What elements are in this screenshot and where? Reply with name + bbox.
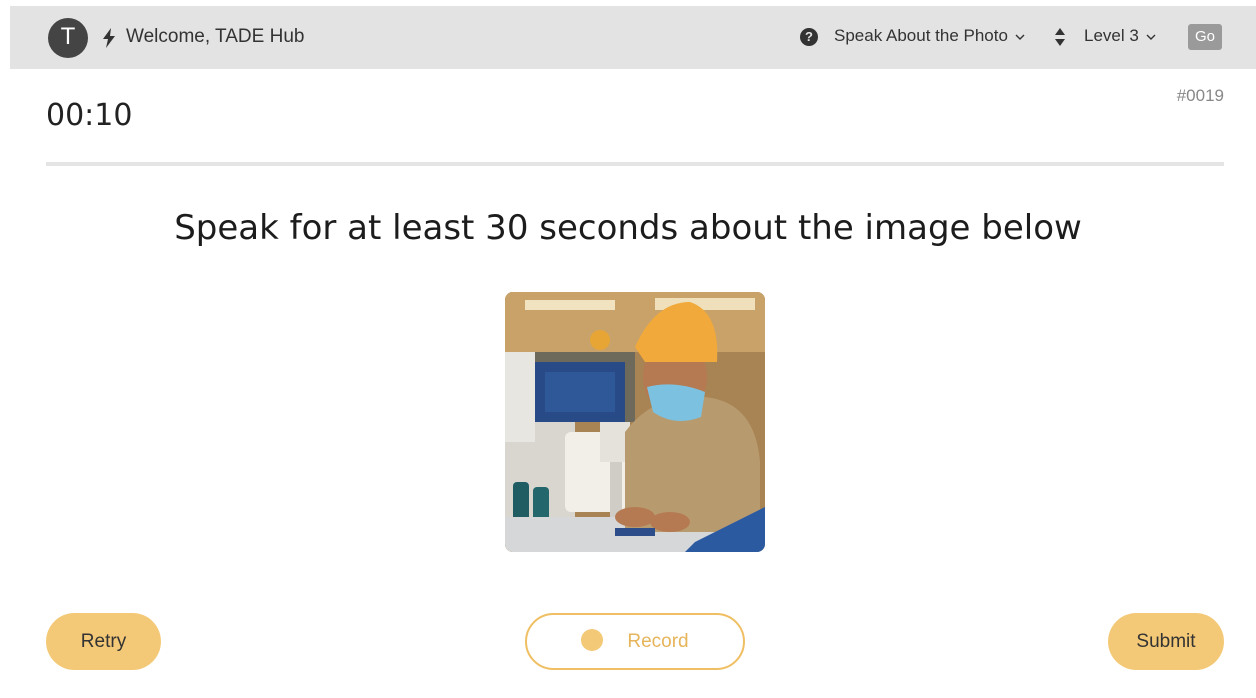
help-icon[interactable]: ? xyxy=(800,28,818,46)
record-dot-icon xyxy=(581,628,604,651)
welcome-text: Welcome, TADE Hub xyxy=(126,26,305,47)
prompt-photo xyxy=(505,292,765,552)
sort-icon xyxy=(1055,28,1065,46)
avatar[interactable]: T xyxy=(48,18,88,58)
mode-dropdown[interactable]: Speak About the Photo xyxy=(834,26,1026,46)
question-id: #0019 xyxy=(1176,86,1224,105)
prompt-text: Speak for at least 30 seconds about the … xyxy=(174,208,1082,248)
chevron-down-icon xyxy=(1146,34,1156,40)
bolt-icon xyxy=(103,28,115,48)
record-label: Record xyxy=(627,631,689,652)
divider xyxy=(46,162,1224,166)
chevron-down-icon xyxy=(1015,34,1025,40)
factory-worker-photo xyxy=(505,292,765,552)
level-dropdown-label: Level 3 xyxy=(1084,26,1139,45)
record-button[interactable]: Record xyxy=(525,613,745,670)
submit-button[interactable]: Submit xyxy=(1108,613,1224,670)
retry-button[interactable]: Retry xyxy=(46,613,161,670)
top-bar: T Welcome, TADE Hub ? Speak About the Ph… xyxy=(10,6,1256,69)
mode-dropdown-label: Speak About the Photo xyxy=(834,26,1008,45)
level-dropdown[interactable]: Level 3 xyxy=(1084,26,1157,46)
go-button[interactable]: Go xyxy=(1188,24,1222,50)
timer: 00:10 xyxy=(46,98,133,133)
